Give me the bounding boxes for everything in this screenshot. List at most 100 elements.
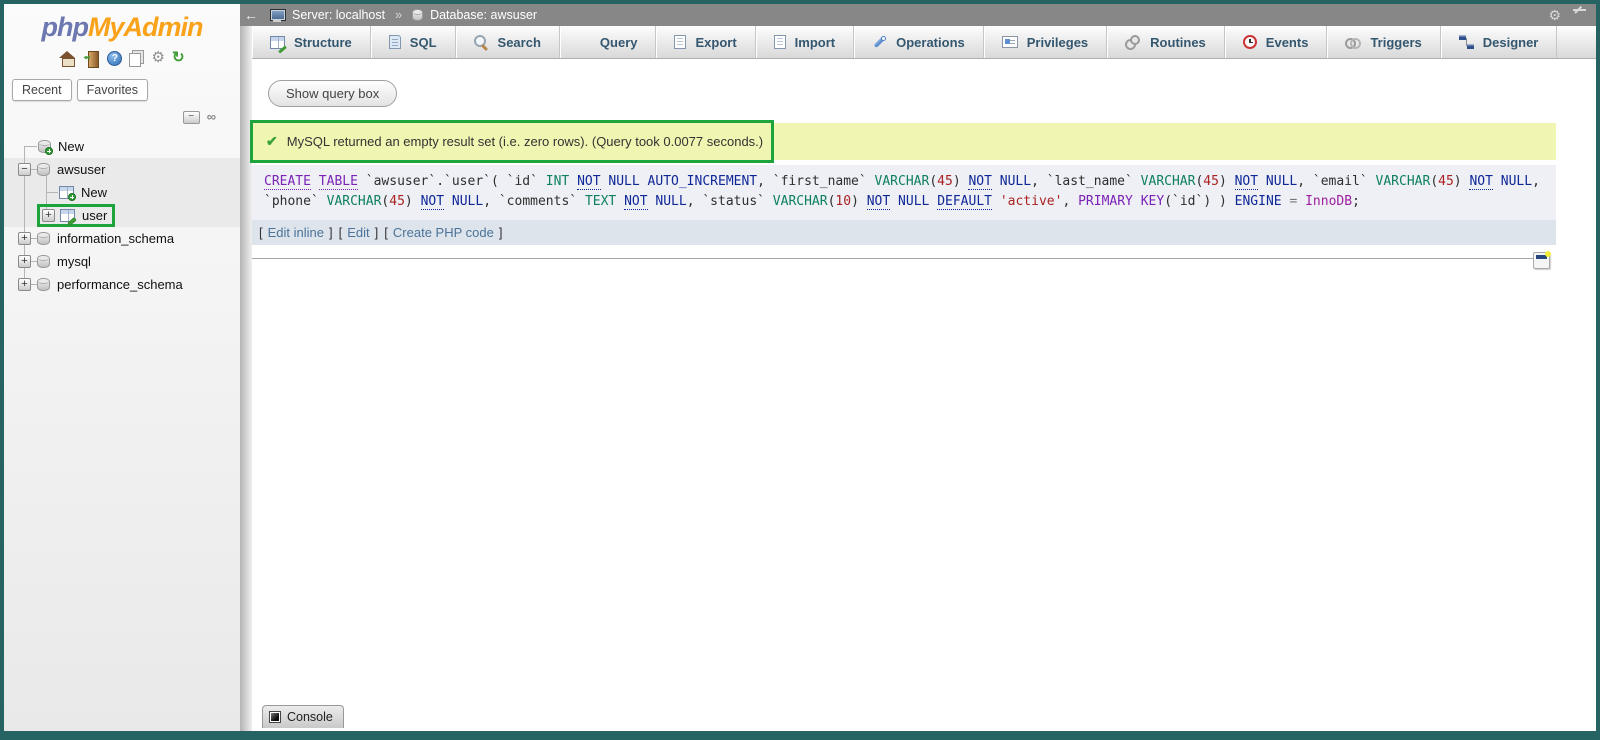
phpmyadmin-window: phpMyAdmin ? ⚙ ↻ Recent Favorites − ∞ Ne… bbox=[0, 0, 1600, 740]
favorites-tab[interactable]: Favorites bbox=[76, 79, 149, 101]
pencil-badge-icon bbox=[67, 217, 77, 226]
expand-expander[interactable]: + bbox=[42, 209, 55, 222]
database-icon bbox=[37, 232, 50, 245]
tree-item-label: performance_schema bbox=[57, 277, 183, 292]
database-tab[interactable]: Export bbox=[656, 26, 756, 58]
link-with-main-panel-icon[interactable]: ∞ bbox=[207, 110, 216, 123]
tab-label: Events bbox=[1265, 34, 1309, 50]
tab-icon bbox=[1458, 35, 1474, 49]
sql-token: = bbox=[1281, 194, 1306, 209]
sql-token: INT bbox=[545, 174, 570, 189]
database-tab[interactable]: Routines bbox=[1107, 26, 1225, 58]
expand-expander[interactable]: + bbox=[18, 232, 31, 245]
database-tab[interactable]: Query bbox=[560, 26, 657, 58]
awsuser-subtree: − awsuser New + user bbox=[4, 158, 240, 227]
phpmyadmin-logo: phpMyAdmin bbox=[4, 4, 240, 43]
database-tab[interactable]: SQL bbox=[371, 26, 456, 58]
bracket-close: ] bbox=[498, 225, 503, 240]
plus-badge-icon bbox=[68, 193, 76, 201]
sql-token: ( bbox=[929, 174, 938, 189]
tree-item-awsuser[interactable]: − awsuser bbox=[4, 158, 240, 181]
sql-token: ) bbox=[952, 174, 969, 189]
breadcrumb-database[interactable]: Database: awsuser bbox=[430, 8, 537, 22]
database-tab[interactable]: Triggers bbox=[1327, 26, 1441, 58]
tab-label: Import bbox=[794, 34, 836, 50]
database-tab[interactable]: Privileges bbox=[984, 26, 1108, 58]
tree-item-new-database[interactable]: New bbox=[4, 135, 240, 158]
sql-token: KEY bbox=[1140, 194, 1165, 209]
tree-item-label: user bbox=[82, 208, 108, 223]
sql-token: , `comments` bbox=[483, 194, 585, 209]
home-icon[interactable] bbox=[59, 50, 76, 67]
tree-item-user[interactable]: + user bbox=[4, 204, 240, 227]
logout-icon[interactable] bbox=[83, 50, 100, 68]
show-query-box-button[interactable]: Show query box bbox=[268, 80, 398, 107]
query-action-link[interactable]: Edit bbox=[347, 225, 369, 240]
console-label: Console bbox=[287, 710, 333, 724]
database-tab[interactable]: Structure bbox=[252, 26, 371, 58]
success-message: ✔ MySQL returned an empty result set (i.… bbox=[250, 120, 1556, 163]
tree-item-label: New bbox=[58, 139, 85, 154]
sql-token: NOT bbox=[624, 194, 648, 210]
collapse-all-button[interactable]: − bbox=[182, 110, 200, 124]
expand-page-icon[interactable] bbox=[1573, 9, 1586, 21]
tab-label: Triggers bbox=[1370, 34, 1422, 50]
settings-icon[interactable]: ⚙ bbox=[151, 50, 164, 66]
refresh-icon[interactable]: ↻ bbox=[172, 50, 185, 66]
sql-token: VARCHAR bbox=[1375, 174, 1431, 189]
sql-token: CREATE bbox=[264, 174, 311, 190]
tree-item-mysql[interactable]: + mysql bbox=[4, 250, 240, 273]
sql-query-display: CREATE TABLE `awsuser`.`user`( `id` INT … bbox=[252, 165, 1556, 221]
query-action-link-item: [Edit inline] bbox=[259, 225, 333, 240]
console-toggle[interactable]: Console bbox=[262, 705, 344, 728]
tab-icon bbox=[1345, 36, 1362, 49]
breadcrumb: Server: localhost » Database: awsuser bbox=[270, 8, 537, 22]
sql-token: 45 bbox=[937, 174, 953, 189]
open-new-window-icon[interactable] bbox=[1533, 251, 1551, 269]
sql-token: AUTO_INCREMENT bbox=[647, 174, 758, 189]
annotation-highlight-box: + user bbox=[37, 204, 116, 227]
database-icon bbox=[37, 278, 50, 291]
database-tab[interactable]: Designer bbox=[1441, 26, 1558, 58]
collapse-sidebar-arrow[interactable]: ← bbox=[240, 7, 262, 23]
sql-token: NOT bbox=[577, 174, 601, 190]
sql-token: ) bbox=[1453, 174, 1470, 189]
tab-label: Query bbox=[599, 34, 638, 50]
breadcrumb-server[interactable]: Server: localhost bbox=[292, 8, 385, 22]
sql-token: ) bbox=[404, 194, 421, 209]
expand-expander[interactable]: + bbox=[18, 278, 31, 291]
database-tab[interactable]: Search bbox=[456, 26, 560, 58]
new-table-icon bbox=[59, 186, 76, 201]
documentation-icon[interactable] bbox=[129, 50, 145, 67]
tree-item-information-schema[interactable]: + information_schema bbox=[4, 227, 240, 250]
recent-tab[interactable]: Recent bbox=[12, 79, 72, 101]
query-action-link-item: [ Create PHP code] bbox=[384, 225, 502, 240]
tab-label: Structure bbox=[294, 34, 352, 50]
database-tab[interactable]: Events bbox=[1225, 26, 1328, 58]
database-tabs: Structure SQL Search Query Export Import… bbox=[252, 26, 1596, 59]
database-tab[interactable]: Import bbox=[756, 26, 855, 58]
tab-label: Designer bbox=[1482, 34, 1539, 50]
sidebar-resize-strip[interactable] bbox=[240, 4, 252, 731]
query-action-link[interactable]: Create PHP code bbox=[393, 225, 494, 240]
page-settings-icon[interactable]: ⚙ bbox=[1548, 7, 1561, 23]
sql-token: 45 bbox=[1203, 174, 1219, 189]
help-icon[interactable]: ? bbox=[107, 50, 123, 66]
expand-expander[interactable]: + bbox=[18, 255, 31, 268]
collapse-expander[interactable]: − bbox=[18, 163, 31, 176]
sql-token: NULL bbox=[999, 174, 1032, 189]
bracket-open: [ bbox=[384, 225, 388, 240]
tree-item-new-table[interactable]: New bbox=[4, 181, 240, 204]
sql-token: VARCHAR bbox=[772, 194, 828, 209]
tree-item-performance-schema[interactable]: + performance_schema bbox=[4, 273, 240, 296]
tab-icon bbox=[872, 35, 887, 49]
tab-label: Privileges bbox=[1026, 34, 1089, 50]
sql-token: VARCHAR bbox=[326, 194, 382, 209]
database-tab[interactable]: Operations bbox=[854, 26, 984, 58]
sql-token: NULL bbox=[1500, 174, 1533, 189]
plus-badge-icon bbox=[45, 147, 53, 155]
query-action-link[interactable]: Edit inline bbox=[268, 225, 324, 240]
query-action-links: [Edit inline] [ Edit] [ Create PHP code] bbox=[252, 220, 1556, 245]
